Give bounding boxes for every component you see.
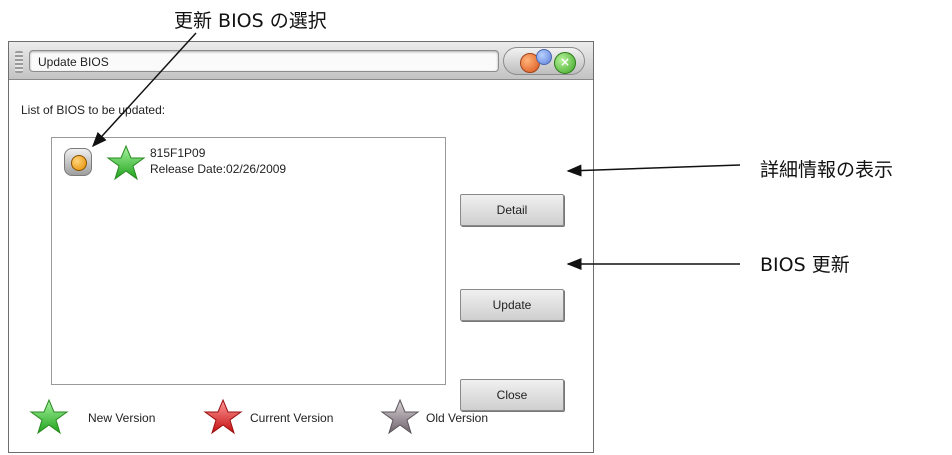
legend-old-label: Old Version	[426, 411, 489, 425]
close-window-button[interactable]: ×	[554, 52, 576, 74]
bios-select-radio[interactable]	[64, 148, 92, 176]
bios-version-name: 815F1P09	[150, 146, 206, 160]
bios-release-date: Release Date:02/26/2009	[150, 162, 287, 176]
old-version-star-icon	[380, 398, 420, 435]
window-body: List of BIOS to be updated: 815F1P09 Rel…	[9, 80, 593, 452]
close-button[interactable]: Close	[460, 379, 564, 411]
window-controls: ×	[503, 47, 585, 75]
legend-current-label: Current Version	[250, 411, 334, 425]
legend-new-label: New Version	[88, 411, 156, 425]
list-caption: List of BIOS to be updated:	[21, 103, 166, 117]
radio-selected-dot-icon	[71, 155, 87, 171]
update-bios-window: Update BIOS × List of BIOS to be updated…	[8, 41, 594, 453]
maximize-button[interactable]	[536, 49, 552, 65]
detail-button[interactable]: Detail	[460, 194, 564, 226]
current-version-star-icon	[203, 398, 243, 435]
update-button[interactable]: Update	[460, 289, 564, 321]
bios-list[interactable]: 815F1P09 Release Date:02/26/2009	[51, 137, 446, 385]
annotation-select-bios: 更新 BIOS の選択	[174, 10, 327, 32]
title-bar[interactable]: Update BIOS ×	[9, 42, 593, 80]
annotation-show-detail: 詳細情報の表示	[760, 159, 894, 181]
window-title: Update BIOS	[29, 50, 499, 72]
new-version-star-icon	[29, 398, 69, 435]
title-grip-icon[interactable]	[15, 51, 23, 73]
new-version-star-icon	[106, 144, 146, 181]
annotation-update-bios: BIOS 更新	[760, 254, 850, 276]
